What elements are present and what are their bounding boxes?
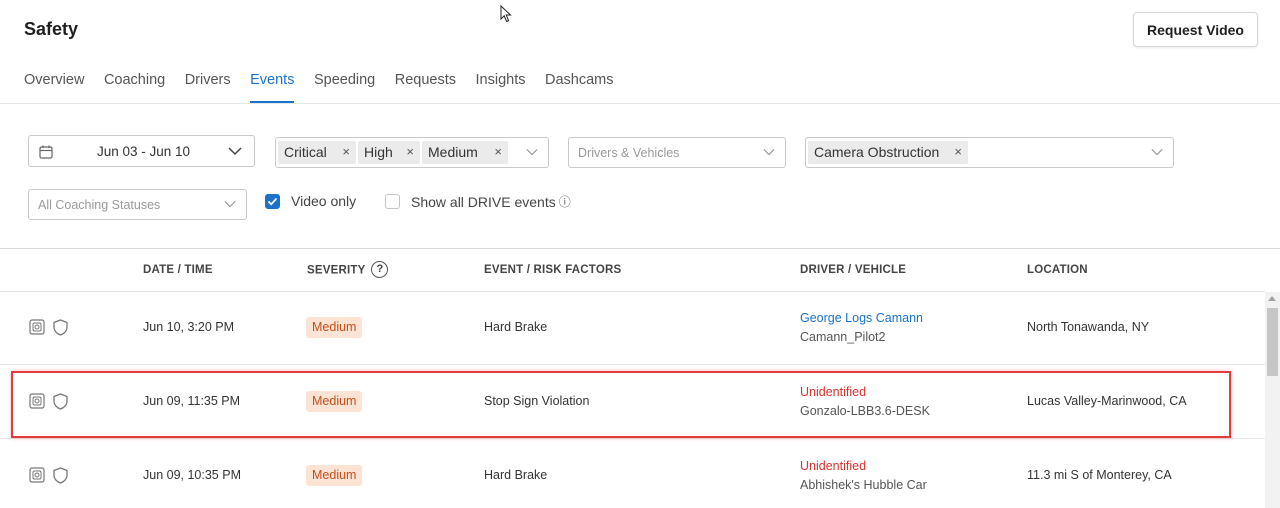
column-header-driver[interactable]: DRIVER / VEHICLE bbox=[800, 264, 906, 276]
driver-vehicle: Unidentified Abhishek's Hubble Car bbox=[800, 459, 927, 492]
event-date: Jun 09, 10:35 PM bbox=[143, 468, 241, 482]
chip-medium: Medium × bbox=[422, 141, 508, 164]
date-range-picker[interactable]: Jun 03 - Jun 10 bbox=[28, 135, 255, 167]
column-header-severity[interactable]: SEVERITY? bbox=[307, 261, 389, 279]
drivers-vehicles-placeholder: Drivers & Vehicles bbox=[578, 146, 680, 160]
close-icon[interactable]: × bbox=[406, 144, 414, 159]
chip-label: High bbox=[364, 144, 393, 160]
severity-badge: Medium bbox=[306, 465, 363, 486]
camera-icon[interactable] bbox=[29, 319, 45, 335]
vehicle-name: Camann_Pilot2 bbox=[800, 330, 886, 344]
vehicle-name: Abhishek's Hubble Car bbox=[800, 478, 927, 492]
driver-link[interactable]: George Logs Camann bbox=[800, 311, 923, 325]
info-icon[interactable]: ⓘ bbox=[559, 193, 571, 210]
show-all-drive-checkbox[interactable] bbox=[385, 194, 400, 209]
close-icon[interactable]: × bbox=[342, 144, 350, 159]
highlight-box bbox=[11, 371, 1231, 438]
tab-bar: Overview Coaching Drivers Events Speedin… bbox=[24, 72, 633, 104]
help-icon[interactable]: ? bbox=[371, 261, 389, 278]
column-header-date[interactable]: DATE / TIME bbox=[143, 264, 213, 276]
chip-critical: Critical × bbox=[278, 141, 356, 164]
chip-label: Medium bbox=[428, 144, 478, 160]
video-only-label: Video only bbox=[291, 193, 357, 209]
scrollbar[interactable] bbox=[1265, 292, 1280, 508]
coaching-status-placeholder: All Coaching Statuses bbox=[38, 198, 161, 212]
check-icon bbox=[267, 197, 278, 205]
show-all-drive-label: Show all DRIVE events bbox=[411, 193, 556, 210]
severity-filter[interactable]: Critical × High × Medium × bbox=[275, 137, 549, 168]
event-type: Hard Brake bbox=[484, 468, 548, 482]
tab-events[interactable]: Events bbox=[250, 72, 295, 103]
column-header-location[interactable]: LOCATION bbox=[1027, 264, 1088, 276]
event-type: Hard Brake bbox=[484, 320, 548, 334]
calendar-icon bbox=[39, 145, 53, 159]
video-only-checkbox[interactable] bbox=[265, 193, 280, 209]
severity-badge: Medium bbox=[306, 317, 363, 338]
camera-icon[interactable] bbox=[29, 467, 45, 483]
driver-vehicle: George Logs Camann Camann_Pilot2 bbox=[800, 311, 923, 344]
date-range-value: Jun 03 - Jun 10 bbox=[97, 144, 191, 159]
tab-dashcams[interactable]: Dashcams bbox=[545, 72, 614, 103]
tab-speeding[interactable]: Speeding bbox=[314, 72, 375, 103]
tab-drivers[interactable]: Drivers bbox=[185, 72, 231, 103]
column-header-event[interactable]: EVENT / RISK FACTORS bbox=[484, 264, 621, 276]
scroll-up-arrow[interactable] bbox=[1268, 296, 1276, 301]
table-row[interactable]: Jun 10, 3:20 PM Medium Hard Brake George… bbox=[0, 292, 1265, 365]
close-icon[interactable]: × bbox=[954, 144, 962, 159]
column-header-severity-label: SEVERITY bbox=[307, 264, 366, 277]
scroll-thumb[interactable] bbox=[1267, 308, 1278, 376]
event-type-filter[interactable]: Camera Obstruction × bbox=[805, 137, 1174, 168]
drivers-vehicles-filter[interactable]: Drivers & Vehicles bbox=[568, 137, 786, 168]
driver-unidentified: Unidentified bbox=[800, 459, 867, 473]
shield-icon[interactable] bbox=[53, 467, 68, 484]
table-row[interactable]: Jun 09, 10:35 PM Medium Hard Brake Unide… bbox=[0, 440, 1265, 508]
chip-high: High × bbox=[358, 141, 420, 164]
event-location: 11.3 mi S of Monterey, CA bbox=[1027, 468, 1172, 482]
tab-overview[interactable]: Overview bbox=[24, 72, 84, 103]
shield-icon[interactable] bbox=[53, 319, 68, 336]
chevron-down-icon bbox=[224, 201, 236, 208]
table-header: DATE / TIME SEVERITY? EVENT / RISK FACTO… bbox=[0, 249, 1265, 292]
page-header: Safety Request Video Overview Coaching D… bbox=[0, 0, 1280, 104]
chevron-down-icon bbox=[763, 149, 775, 156]
show-all-drive-toggle[interactable]: Show all DRIVE events ⓘ bbox=[385, 193, 571, 210]
page-title: Safety bbox=[24, 19, 79, 39]
event-location: North Tonawanda, NY bbox=[1027, 320, 1150, 334]
chevron-down-icon bbox=[228, 147, 242, 156]
video-only-toggle[interactable]: Video only bbox=[265, 193, 356, 209]
chevron-down-icon bbox=[1151, 149, 1163, 156]
request-video-button[interactable]: Request Video bbox=[1133, 12, 1258, 47]
chevron-down-icon bbox=[526, 149, 538, 156]
mouse-cursor-icon bbox=[500, 5, 512, 23]
close-icon[interactable]: × bbox=[494, 144, 502, 159]
chip-label: Critical bbox=[284, 144, 327, 160]
chip-label: Camera Obstruction bbox=[814, 144, 940, 160]
tab-requests[interactable]: Requests bbox=[395, 72, 456, 103]
event-date: Jun 10, 3:20 PM bbox=[143, 320, 235, 334]
tab-insights[interactable]: Insights bbox=[476, 72, 526, 103]
tab-coaching[interactable]: Coaching bbox=[104, 72, 165, 103]
filter-bar: Jun 03 - Jun 10 Critical × High × Medium × … bbox=[0, 105, 1280, 247]
coaching-status-filter[interactable]: All Coaching Statuses bbox=[28, 189, 247, 220]
chip-camera-obstruction: Camera Obstruction × bbox=[808, 141, 968, 164]
